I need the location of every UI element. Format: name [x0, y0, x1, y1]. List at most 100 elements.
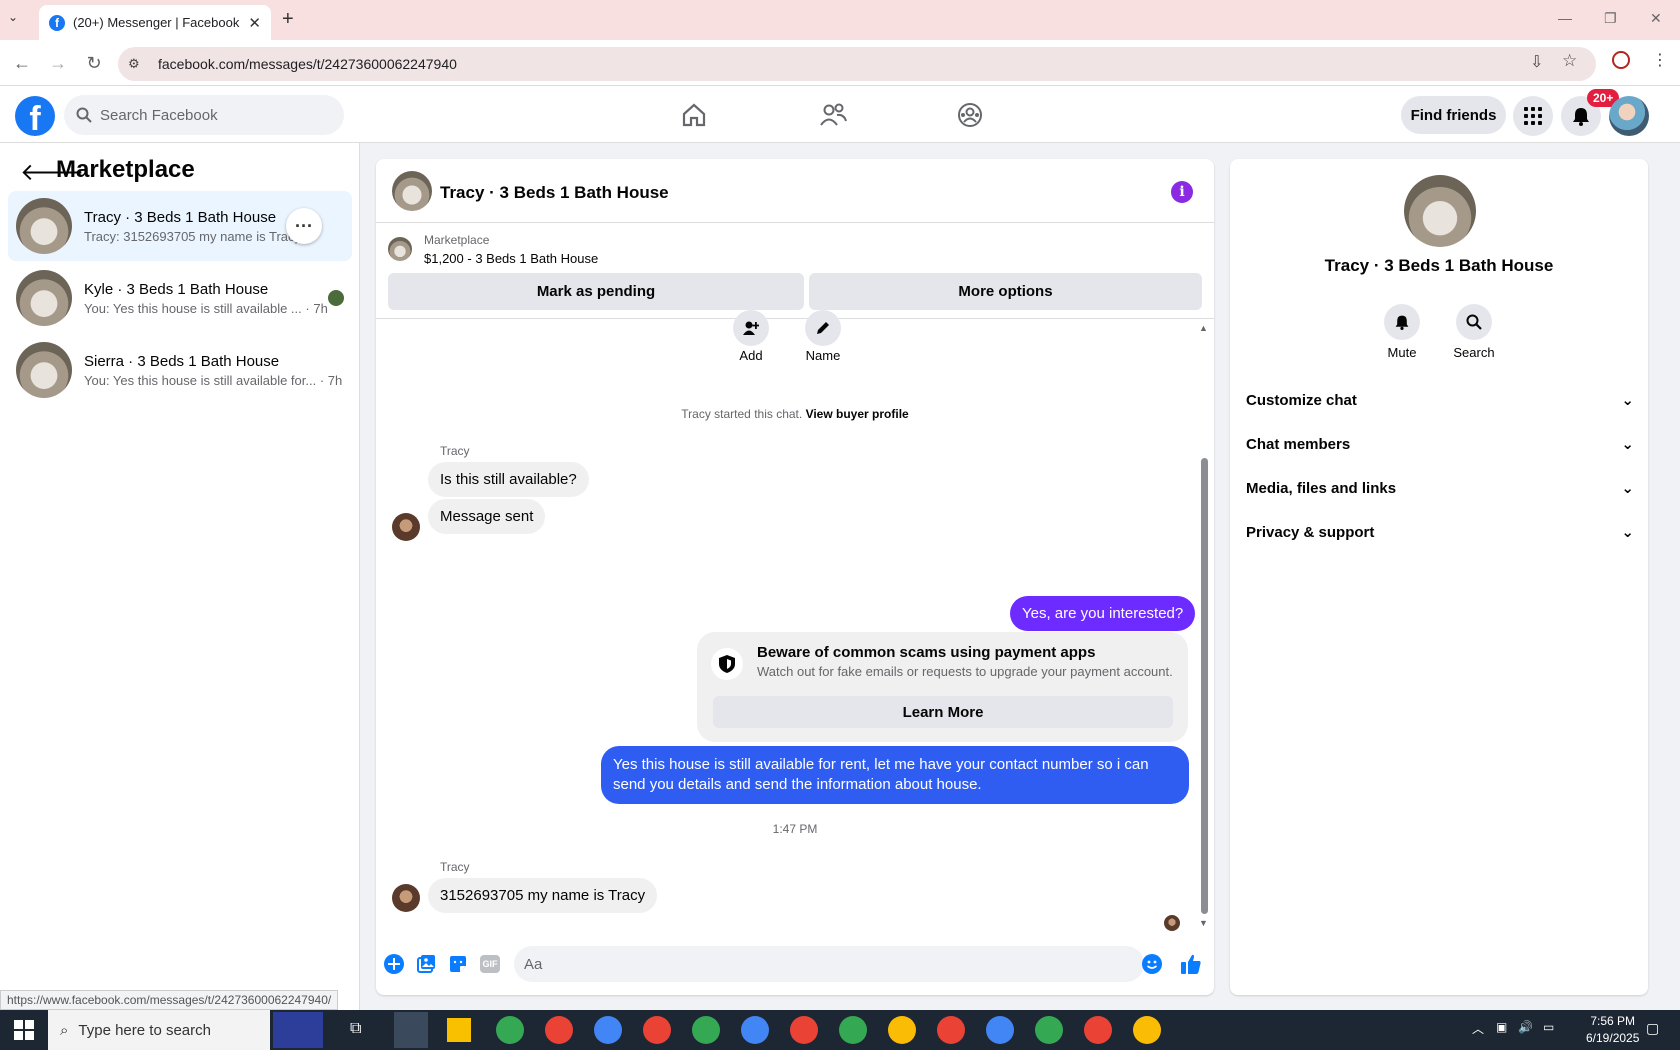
info-thumbnail[interactable] — [1404, 175, 1476, 247]
chrome-icon[interactable] — [839, 1016, 867, 1044]
back-icon[interactable]: ← — [11, 52, 33, 74]
install-icon[interactable]: ⇩ — [1530, 52, 1543, 72]
emoji-icon[interactable] — [1140, 952, 1164, 976]
profile-icon[interactable] — [1612, 51, 1630, 69]
seen-avatar — [328, 290, 344, 306]
facebook-logo-icon[interactable]: f — [15, 96, 55, 136]
reload-icon[interactable]: ↻ — [83, 52, 105, 74]
new-tab-icon[interactable]: + — [282, 8, 294, 31]
chat-title[interactable]: Tracy · 3 Beds 1 Bath House — [440, 183, 669, 203]
chrome-icon[interactable] — [986, 1016, 1014, 1044]
incoming-message[interactable]: Message sent — [428, 499, 546, 534]
windows-start-icon[interactable] — [14, 1020, 34, 1045]
section-media-files-links[interactable]: Media, files and links ⌄ — [1246, 468, 1634, 508]
plus-icon[interactable] — [382, 952, 406, 976]
home-icon[interactable] — [674, 100, 714, 130]
mute-label: Mute — [1387, 345, 1417, 360]
photo-icon[interactable] — [414, 952, 438, 976]
tray-chevron-icon[interactable]: ︿ — [1472, 1020, 1484, 1037]
info-icon[interactable]: i — [1171, 181, 1193, 203]
section-privacy-support[interactable]: Privacy & support ⌄ — [1246, 512, 1634, 552]
message-timestamp: 1:47 PM — [772, 822, 818, 836]
started-text: Tracy started this chat. — [681, 407, 803, 421]
volume-icon[interactable]: 🔊 — [1518, 1020, 1533, 1034]
find-friends-button[interactable]: Find friends — [1401, 96, 1506, 134]
task-view-icon[interactable]: ⧉ — [350, 1020, 361, 1038]
friends-icon[interactable] — [813, 100, 853, 130]
read-receipt-avatar — [1164, 915, 1180, 931]
incoming-message[interactable]: Is this still available? — [428, 462, 589, 497]
scrollbar-thumb[interactable] — [1201, 458, 1208, 914]
url-field[interactable]: facebook.com/messages/t/2427360006224794… — [118, 47, 1596, 81]
sender-avatar — [392, 513, 420, 541]
learn-more-button[interactable]: Learn More — [713, 696, 1173, 728]
notification-center-icon[interactable]: ▢ — [1646, 1020, 1659, 1037]
search-icon[interactable] — [1456, 304, 1492, 340]
account-avatar[interactable] — [1609, 96, 1649, 136]
conversation-options-button[interactable]: ··· — [286, 208, 322, 244]
chevron-down-icon: ⌄ — [1621, 480, 1634, 497]
chrome-icon[interactable] — [643, 1016, 671, 1044]
mute-bell-icon[interactable] — [1384, 304, 1420, 340]
sticker-icon[interactable] — [446, 952, 470, 976]
add-person-icon[interactable] — [733, 310, 769, 346]
meet-icon[interactable]: ▣ — [1496, 1020, 1507, 1034]
restore-icon[interactable]: ❐ — [1604, 10, 1617, 27]
gif-icon[interactable]: GIF — [478, 952, 502, 976]
taskbar-clock[interactable]: 7:56 PM 6/19/2025 — [1586, 1013, 1639, 1047]
like-thumb-icon[interactable] — [1179, 952, 1203, 976]
view-buyer-profile-link[interactable]: View buyer profile — [806, 407, 909, 421]
network-icon[interactable]: ▭ — [1543, 1020, 1554, 1034]
conversation-item[interactable]: Kyle · 3 Beds 1 Bath House You: Yes this… — [8, 263, 352, 333]
chrome-icon[interactable] — [790, 1016, 818, 1044]
chrome-icon[interactable] — [1133, 1016, 1161, 1044]
edit-name-icon[interactable] — [805, 310, 841, 346]
chrome-icon[interactable] — [496, 1016, 524, 1044]
section-chat-members[interactable]: Chat members ⌄ — [1246, 424, 1634, 464]
facebook-favicon-icon: f — [49, 14, 65, 31]
outgoing-message[interactable]: Yes this house is still available for re… — [601, 746, 1189, 804]
more-options-button[interactable]: More options — [809, 273, 1202, 310]
chat-thumbnail[interactable] — [392, 171, 432, 211]
listing-price[interactable]: $1,200 - 3 Beds 1 Bath House — [424, 251, 598, 266]
sender-name: Tracy — [440, 860, 470, 874]
minimize-icon[interactable]: — — [1558, 10, 1572, 26]
search-highlight-icon[interactable] — [273, 1012, 323, 1048]
scroll-down-arrow[interactable]: ▼ — [1199, 918, 1208, 928]
message-input[interactable]: Aa — [514, 946, 1144, 982]
bookmark-star-icon[interactable]: ☆ — [1562, 51, 1577, 71]
chrome-icon[interactable] — [937, 1016, 965, 1044]
section-customize-chat[interactable]: Customize chat ⌄ — [1246, 380, 1634, 420]
facebook-search[interactable]: Search Facebook — [64, 95, 344, 135]
outgoing-message[interactable]: Yes, are you interested? — [1010, 596, 1196, 631]
app-icon[interactable] — [394, 1012, 428, 1048]
tab-list-icon[interactable]: ⌄ — [8, 10, 18, 24]
close-tab-icon[interactable]: ✕ — [248, 14, 261, 32]
chrome-icon[interactable] — [741, 1016, 769, 1044]
chrome-icon[interactable] — [594, 1016, 622, 1044]
conversation-item[interactable]: Sierra · 3 Beds 1 Bath House You: Yes th… — [8, 335, 352, 405]
mark-pending-button[interactable]: Mark as pending — [388, 273, 804, 310]
close-window-icon[interactable]: ✕ — [1650, 10, 1662, 27]
taskbar-search[interactable]: ⌕ Type here to search — [48, 1010, 270, 1050]
shield-icon — [711, 648, 743, 680]
sticky-notes-icon[interactable] — [447, 1018, 471, 1042]
chrome-icon[interactable] — [888, 1016, 916, 1044]
url-text: facebook.com/messages/t/2427360006224794… — [158, 56, 457, 72]
section-label: Media, files and links — [1246, 479, 1397, 497]
menu-grid-icon[interactable] — [1513, 96, 1553, 136]
groups-icon[interactable] — [950, 100, 990, 130]
clock-date: 6/19/2025 — [1586, 1031, 1640, 1045]
chevron-down-icon: ⌄ — [1621, 524, 1634, 541]
conversation-name: Kyle · 3 Beds 1 Bath House — [84, 280, 269, 298]
chrome-icon[interactable] — [692, 1016, 720, 1044]
chrome-icon[interactable] — [1035, 1016, 1063, 1044]
chrome-icon[interactable] — [545, 1016, 573, 1044]
chrome-icon[interactable] — [1084, 1016, 1112, 1044]
site-info-icon[interactable]: ⚙ — [128, 56, 140, 72]
browser-tab[interactable]: f (20+) Messenger | Facebook ✕ — [39, 5, 271, 40]
browser-menu-icon[interactable]: ⋮ — [1652, 50, 1668, 70]
scroll-up-arrow[interactable]: ▲ — [1199, 323, 1208, 333]
forward-icon[interactable]: → — [47, 52, 69, 74]
incoming-message[interactable]: 3152693705 my name is Tracy — [428, 878, 658, 913]
